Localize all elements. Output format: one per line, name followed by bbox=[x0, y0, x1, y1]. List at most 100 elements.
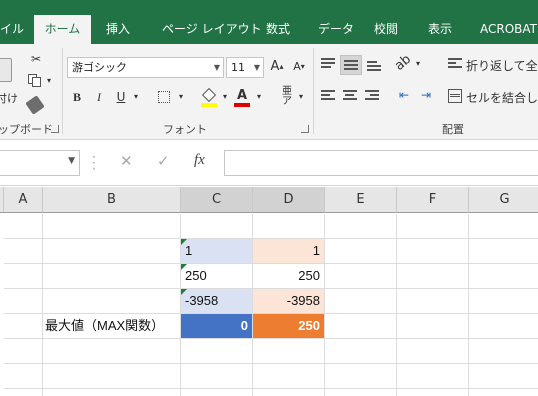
cell-e[interactable] bbox=[325, 389, 397, 396]
underline-dropdown-icon[interactable]: ▾ bbox=[131, 88, 141, 108]
cell-g[interactable] bbox=[469, 289, 538, 314]
cell-b[interactable] bbox=[43, 339, 181, 364]
orientation-dropdown-icon[interactable]: ▾ bbox=[413, 55, 423, 75]
cell-g[interactable] bbox=[469, 214, 538, 239]
tab-data[interactable]: データ bbox=[318, 15, 354, 44]
cell-a[interactable] bbox=[4, 389, 43, 396]
cell-g[interactable] bbox=[469, 364, 538, 389]
borders-icon[interactable] bbox=[154, 88, 176, 108]
insert-function-icon[interactable]: fx bbox=[194, 152, 205, 169]
font-launcher-icon[interactable] bbox=[301, 125, 309, 133]
cell-b[interactable] bbox=[43, 214, 181, 239]
tab-view[interactable]: 表示 bbox=[428, 15, 452, 44]
cell-g[interactable] bbox=[469, 264, 538, 289]
cell-c[interactable]: 1 bbox=[181, 239, 253, 264]
paste-button[interactable]: 付け bbox=[0, 54, 18, 114]
borders-dropdown-icon[interactable]: ▾ bbox=[176, 88, 186, 108]
cell-c[interactable]: 250 bbox=[181, 264, 253, 289]
copy-dropdown-icon[interactable]: ▾ bbox=[43, 72, 55, 92]
cell-g[interactable] bbox=[469, 389, 538, 396]
fill-color-dropdown-icon[interactable]: ▾ bbox=[220, 88, 230, 108]
cell-e[interactable] bbox=[325, 239, 397, 264]
align-left-icon[interactable] bbox=[318, 86, 338, 106]
clipboard-launcher-icon[interactable] bbox=[51, 125, 59, 133]
cell-a[interactable] bbox=[4, 289, 43, 314]
name-box[interactable]: ▼ bbox=[0, 150, 80, 176]
align-center-icon[interactable] bbox=[340, 86, 360, 106]
cell-d[interactable] bbox=[253, 389, 325, 396]
cell-f[interactable] bbox=[397, 389, 469, 396]
column-header-b[interactable]: B bbox=[43, 187, 181, 213]
cell-g[interactable] bbox=[469, 339, 538, 364]
decrease-font-icon[interactable]: A▾ bbox=[290, 58, 308, 78]
wrap-text-icon[interactable] bbox=[446, 55, 464, 75]
cell-b-max-label[interactable]: 最大値（MAX関数） bbox=[43, 314, 181, 339]
underline-button[interactable]: U bbox=[113, 88, 129, 108]
cell-c-max-result[interactable]: 0 bbox=[181, 314, 253, 339]
cell-e[interactable] bbox=[325, 314, 397, 339]
merge-cells-icon[interactable] bbox=[446, 87, 464, 107]
italic-button[interactable]: I bbox=[91, 88, 107, 108]
cell-b[interactable] bbox=[43, 289, 181, 314]
cell-a[interactable] bbox=[4, 339, 43, 364]
cell-e[interactable] bbox=[325, 289, 397, 314]
tab-file[interactable]: イル bbox=[0, 15, 32, 44]
font-color-dropdown-icon[interactable]: ▾ bbox=[254, 88, 264, 108]
cell-f[interactable] bbox=[397, 314, 469, 339]
font-name-combo[interactable]: 游ゴシック ▼ bbox=[67, 57, 224, 78]
bold-button[interactable]: B bbox=[69, 88, 85, 108]
cell-c[interactable] bbox=[181, 339, 253, 364]
cell-d[interactable]: 1 bbox=[253, 239, 325, 264]
enter-icon[interactable]: ✓ bbox=[157, 152, 170, 170]
tab-formulas[interactable]: 数式 bbox=[266, 15, 290, 44]
cell-e[interactable] bbox=[325, 264, 397, 289]
cell-f[interactable] bbox=[397, 214, 469, 239]
cell-e[interactable] bbox=[325, 339, 397, 364]
cell-d[interactable] bbox=[253, 339, 325, 364]
cell-f[interactable] bbox=[397, 264, 469, 289]
cell-c[interactable] bbox=[181, 389, 253, 396]
cell-f[interactable] bbox=[397, 289, 469, 314]
align-top-icon[interactable] bbox=[318, 55, 338, 75]
column-header-c[interactable]: C bbox=[181, 187, 253, 213]
cell-a[interactable] bbox=[4, 214, 43, 239]
align-right-icon[interactable] bbox=[362, 86, 382, 106]
cell-a[interactable] bbox=[4, 364, 43, 389]
cell-d[interactable]: -3958 bbox=[253, 289, 325, 314]
cell-b[interactable] bbox=[43, 239, 181, 264]
increase-indent-icon[interactable]: ⇥ bbox=[416, 86, 436, 106]
cell-e[interactable] bbox=[325, 214, 397, 239]
column-header-e[interactable]: E bbox=[325, 187, 397, 213]
wrap-text-button[interactable]: 折り返して全体 bbox=[466, 57, 538, 74]
merge-cells-button[interactable]: セルを結合して bbox=[466, 89, 538, 106]
align-bottom-icon[interactable] bbox=[364, 55, 384, 75]
cell-d[interactable] bbox=[253, 364, 325, 389]
column-header-f[interactable]: F bbox=[397, 187, 469, 213]
cell-g[interactable] bbox=[469, 314, 538, 339]
cell-c[interactable]: -3958 bbox=[181, 289, 253, 314]
cell-g[interactable] bbox=[469, 239, 538, 264]
column-header-a[interactable]: A bbox=[4, 187, 43, 213]
tab-page-layout[interactable]: ページ レイアウト bbox=[162, 15, 262, 44]
chevron-down-icon[interactable]: ▼ bbox=[68, 156, 75, 166]
cell-a[interactable] bbox=[4, 314, 43, 339]
tab-acrobat[interactable]: ACROBAT bbox=[480, 15, 537, 44]
font-color-icon[interactable]: A bbox=[234, 88, 252, 108]
formula-input[interactable] bbox=[224, 150, 538, 176]
increase-font-icon[interactable]: A▴ bbox=[268, 58, 286, 78]
cell-f[interactable] bbox=[397, 239, 469, 264]
format-painter-icon[interactable] bbox=[25, 95, 45, 115]
font-size-combo[interactable]: 11 ▼ bbox=[226, 57, 264, 78]
copy-icon[interactable] bbox=[28, 74, 42, 88]
cell-f[interactable] bbox=[397, 364, 469, 389]
phonetic-icon[interactable]: 亜ア bbox=[280, 87, 294, 107]
phonetic-dropdown-icon[interactable]: ▾ bbox=[296, 88, 306, 108]
tab-home[interactable]: ホーム bbox=[34, 15, 91, 44]
cancel-icon[interactable]: ✕ bbox=[120, 152, 133, 170]
cell-d[interactable] bbox=[253, 214, 325, 239]
column-header-g[interactable]: G bbox=[469, 187, 538, 213]
tab-insert[interactable]: 挿入 bbox=[106, 15, 130, 44]
cell-b[interactable] bbox=[43, 364, 181, 389]
cell-d[interactable]: 250 bbox=[253, 264, 325, 289]
align-middle-icon[interactable] bbox=[340, 55, 362, 75]
